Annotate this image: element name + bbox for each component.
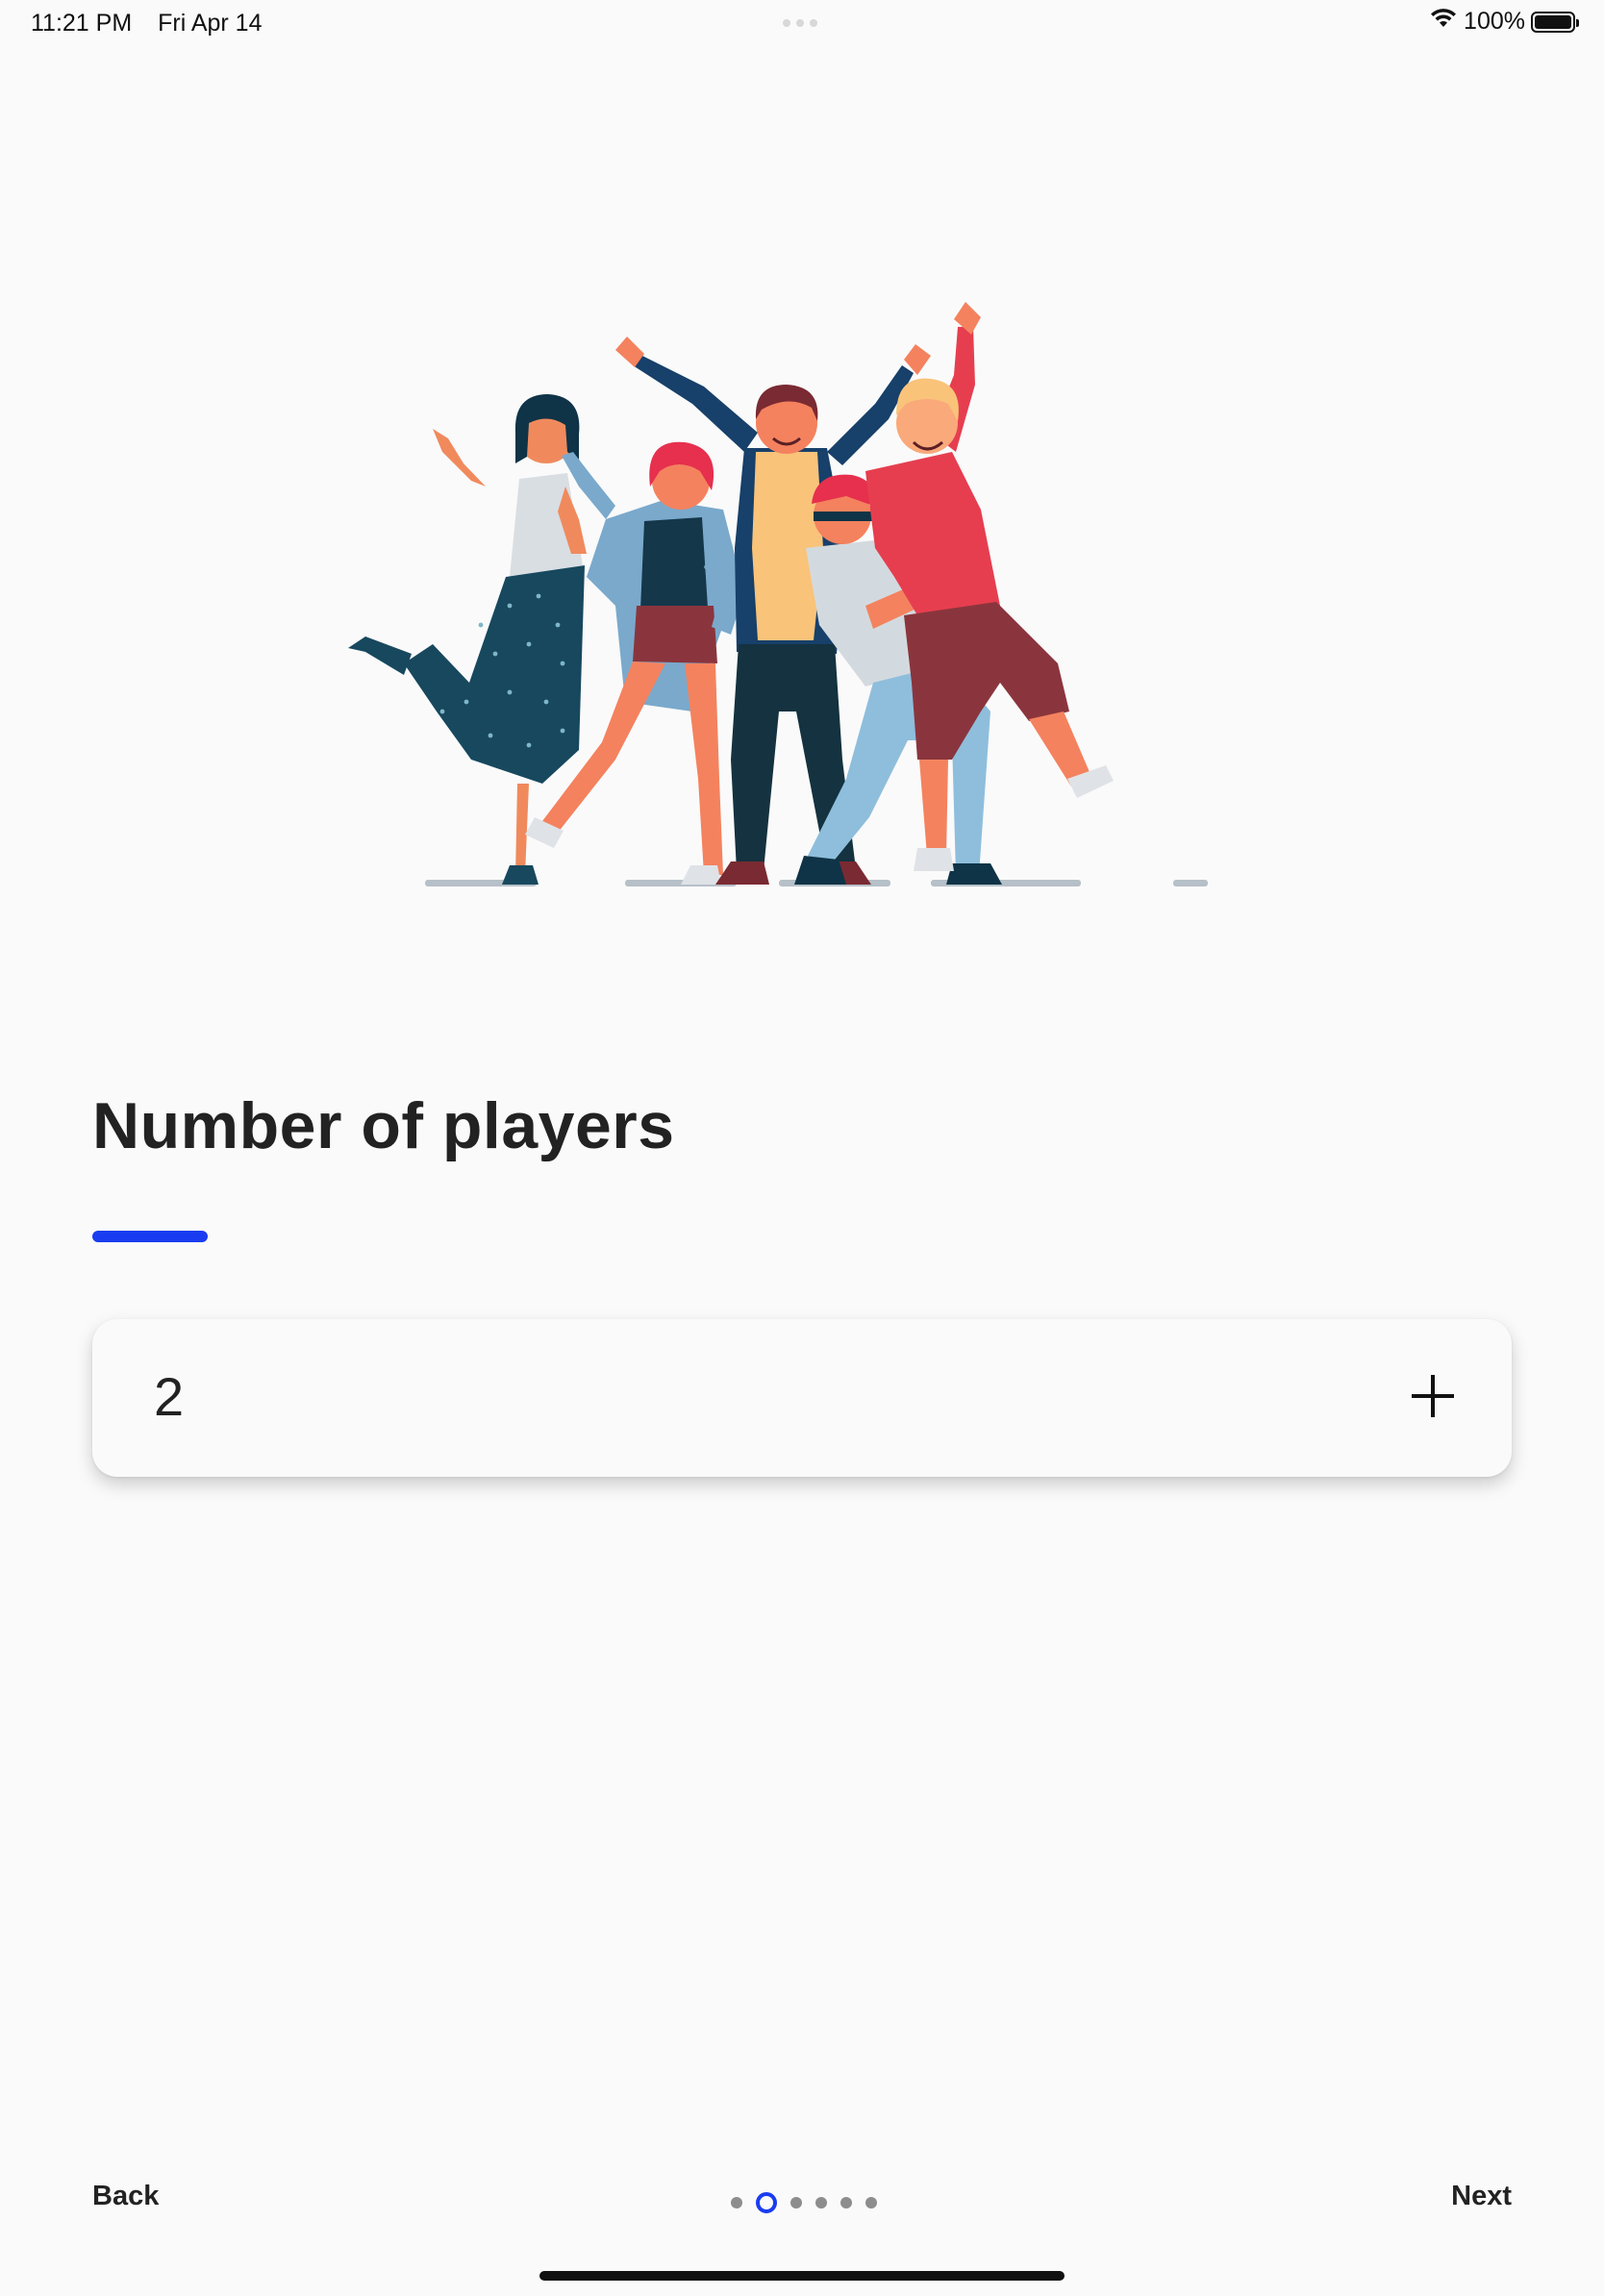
title-accent-bar <box>92 1231 208 1242</box>
battery-icon <box>1531 11 1579 33</box>
status-bar: 11:21 PM Fri Apr 14 100% <box>0 0 1604 46</box>
multitasking-dots[interactable] <box>783 19 817 27</box>
page-dot-2-active[interactable] <box>756 2192 777 2213</box>
increment-button[interactable] <box>1394 1358 1471 1435</box>
status-left: 11:21 PM Fri Apr 14 <box>31 10 262 37</box>
page-dot-4[interactable] <box>815 2197 827 2209</box>
player-count-stepper: 2 <box>92 1319 1512 1477</box>
back-button[interactable]: Back <box>92 2181 159 2212</box>
page-title: Number of players <box>92 1089 675 1162</box>
status-time: 11:21 PM <box>31 10 133 37</box>
page-dot-3[interactable] <box>790 2197 802 2209</box>
plus-icon <box>1412 1375 1454 1417</box>
page-dot-6[interactable] <box>865 2197 877 2209</box>
home-indicator[interactable] <box>539 2271 1065 2281</box>
player-count-value[interactable]: 2 <box>154 1365 184 1428</box>
battery-percent: 100% <box>1464 8 1525 35</box>
wifi-icon <box>1429 8 1458 36</box>
friends-illustration <box>348 302 1208 886</box>
status-date: Fri Apr 14 <box>158 10 263 37</box>
status-right: 100% <box>1429 8 1579 36</box>
page-dot-1[interactable] <box>731 2197 742 2209</box>
page-dot-5[interactable] <box>840 2197 852 2209</box>
page-indicator <box>731 2192 877 2213</box>
next-button[interactable]: Next <box>1451 2181 1512 2212</box>
